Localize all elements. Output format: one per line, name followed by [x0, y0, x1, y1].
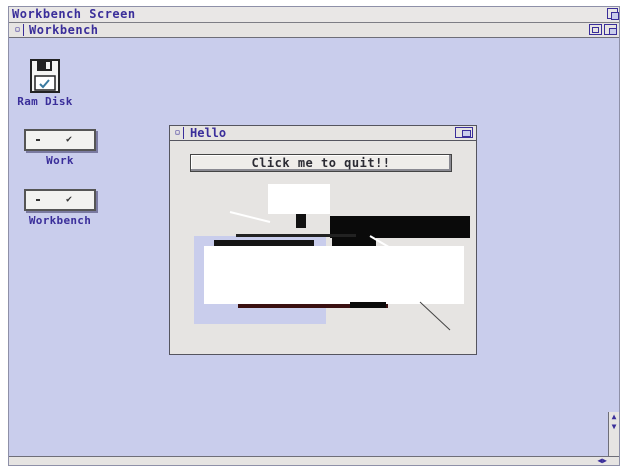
- zoom-gadget-icon[interactable]: [589, 24, 602, 35]
- scroll-right-icon[interactable]: ▶: [602, 456, 607, 465]
- workbench-screen: Workbench Screen ▫ Workbench Ram Disk ✔ …: [8, 6, 620, 466]
- icon-label: Workbench: [28, 214, 92, 227]
- floppy-disk-icon: [30, 59, 60, 93]
- workbench-window-titlebar[interactable]: ▫ Workbench: [9, 23, 619, 38]
- hard-drive-icon: ✔: [24, 189, 96, 211]
- horizontal-scroll-arrows[interactable]: ◀▶: [597, 456, 607, 465]
- close-gadget-icon[interactable]: ▫: [12, 24, 24, 36]
- horizontal-scrollbar[interactable]: ◀▶: [9, 456, 619, 465]
- desktop-icon-ram-disk[interactable]: Ram Disk: [17, 59, 73, 108]
- desktop-icon-work[interactable]: ✔ Work: [15, 129, 105, 167]
- hello-window: ▫ Hello Click me to quit!!: [169, 125, 477, 355]
- depth-gadget-icon[interactable]: [604, 24, 617, 35]
- hello-window-title: Hello: [190, 126, 227, 140]
- screen-title: Workbench Screen: [12, 7, 136, 21]
- screen-title-bar[interactable]: Workbench Screen: [9, 7, 619, 23]
- workbench-window-title: Workbench: [29, 23, 99, 37]
- close-gadget-icon[interactable]: ▫: [172, 127, 184, 139]
- desktop-icon-workbench[interactable]: ✔ Workbench: [15, 189, 105, 227]
- icon-label: Work: [46, 154, 74, 167]
- vertical-scroll-arrows[interactable]: ▲ ▼: [608, 412, 619, 462]
- scroll-up-icon[interactable]: ▲: [609, 412, 619, 422]
- hard-drive-icon: ✔: [24, 129, 96, 151]
- screen-depth-gadget[interactable]: [607, 8, 619, 20]
- hello-window-titlebar[interactable]: ▫ Hello: [170, 126, 476, 141]
- quit-button[interactable]: Click me to quit!!: [190, 154, 452, 172]
- icon-label: Ram Disk: [17, 95, 73, 108]
- scroll-down-icon[interactable]: ▼: [609, 422, 619, 432]
- depth-gadget-icon[interactable]: [455, 127, 473, 138]
